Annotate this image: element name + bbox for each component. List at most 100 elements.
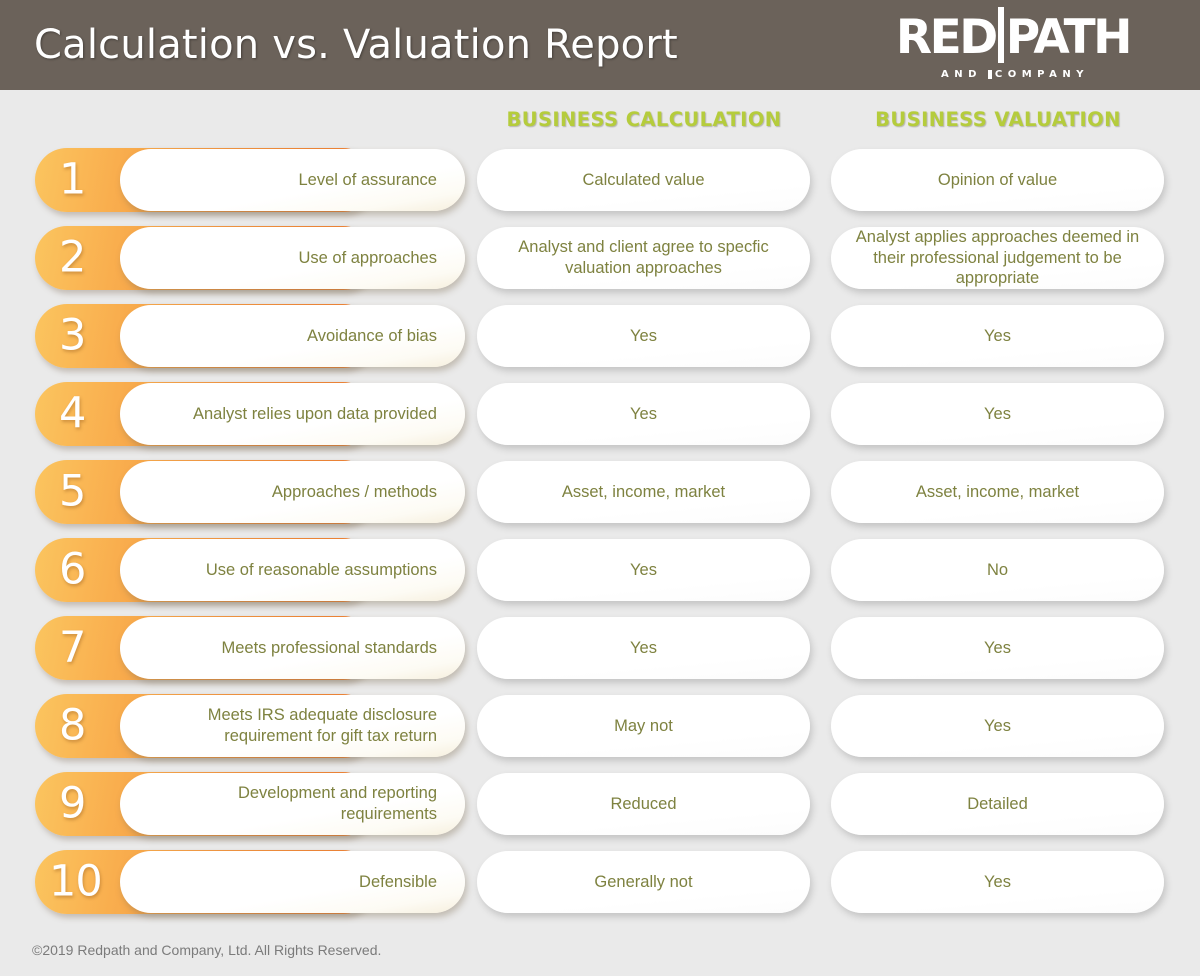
valuation-value-text: Asset, income, market	[915, 482, 1080, 501]
valuation-value-text: Opinion of value	[937, 170, 1058, 189]
criterion-group: 2 Use of approaches	[35, 226, 465, 290]
calculation-value-text: Yes	[630, 560, 657, 579]
calculation-value-text: Generally not	[594, 872, 693, 891]
valuation-value-text: No	[986, 560, 1009, 579]
criterion-group: 7 Meets professional standards	[35, 616, 465, 680]
table-row: 8 Meets IRS adequate disclosure requireme…	[0, 694, 1200, 771]
table-row: 4 Analyst relies upon data provided Yes Yes	[0, 382, 1200, 459]
table-row: 3 Avoidance of bias Yes Yes	[0, 304, 1200, 381]
row-number: 2	[59, 232, 87, 283]
criterion-group: 8 Meets IRS adequate disclosure requireme…	[35, 694, 465, 758]
calculation-value-text: Yes	[630, 404, 657, 423]
valuation-value-pill: No	[831, 539, 1164, 601]
criterion-text: Approaches / methods	[271, 482, 437, 501]
calculation-value-pill: Reduced	[477, 773, 810, 835]
calculation-value-pill: May not	[477, 695, 810, 757]
redpath-logo: RED PATH AND COMPANY	[895, 7, 1133, 80]
criterion-group: 5 Approaches / methods	[35, 460, 465, 524]
table-row: 1 Level of assurance Calculated value Opini…	[0, 148, 1200, 225]
criterion-text: Analyst relies upon data provided	[193, 404, 437, 423]
valuation-value-pill: Yes	[831, 617, 1164, 679]
calculation-value-pill: Generally not	[477, 851, 810, 913]
column-heading-business-valuation: BUSINESS VALUATION	[875, 108, 1121, 131]
table-row: 9 Development and reporting requirements R…	[0, 772, 1200, 849]
table-row: 6 Use of reasonable assumptions Yes No	[0, 538, 1200, 615]
logo-wordmark: RED PATH	[895, 7, 1133, 66]
logo-text-red: RED	[895, 10, 998, 66]
calculation-value-pill: Yes	[477, 617, 810, 679]
table-row: 2 Use of approaches Analyst and client agr…	[0, 226, 1200, 303]
criterion-text: Meets IRS adequate disclosure requiremen…	[207, 706, 437, 745]
criterion-pill: Avoidance of bias	[120, 305, 465, 367]
calculation-value-pill: Analyst and client agree to specfic valu…	[477, 227, 810, 289]
comparison-rows: 1 Level of assurance Calculated value Opini…	[0, 148, 1200, 928]
logo-tagline: AND COMPANY	[941, 69, 1089, 80]
logo-tagline-company: COMPANY	[994, 69, 1089, 80]
criterion-text: Level of assurance	[298, 170, 437, 189]
criterion-pill: Defensible	[120, 851, 465, 913]
calculation-value-text: Reduced	[610, 794, 677, 813]
calculation-value-text: May not	[614, 716, 673, 735]
criterion-text: Use of approaches	[298, 248, 437, 267]
valuation-value-pill: Detailed	[831, 773, 1164, 835]
criterion-group: 10 Defensible	[35, 850, 465, 914]
column-headings: BUSINESS CALCULATION BUSINESS VALUATION	[0, 108, 1200, 138]
calculation-value-text: Yes	[630, 638, 657, 657]
row-number: 6	[59, 544, 87, 595]
criterion-pill: Use of reasonable assumptions	[120, 539, 465, 601]
valuation-value-text: Yes	[984, 716, 1011, 735]
calculation-value-pill: Yes	[477, 539, 810, 601]
criterion-pill: Analyst relies upon data provided	[120, 383, 465, 445]
criterion-text: Development and reporting requirements	[237, 784, 437, 823]
table-row: 7 Meets professional standards Yes Yes	[0, 616, 1200, 693]
criterion-text: Defensible	[359, 872, 437, 891]
footer-copyright: ©2019 Redpath and Company, Ltd. All Righ…	[32, 942, 382, 958]
criterion-group: 6 Use of reasonable assumptions	[35, 538, 465, 602]
valuation-value-pill: Yes	[831, 695, 1164, 757]
valuation-value-pill: Yes	[831, 305, 1164, 367]
row-number: 7	[59, 622, 87, 673]
column-heading-business-calculation: BUSINESS CALCULATION	[506, 108, 782, 131]
criterion-pill: Meets IRS adequate disclosure requiremen…	[120, 695, 465, 757]
calculation-value-pill: Yes	[477, 305, 810, 367]
header-bar: Calculation vs. Valuation Report RED PAT…	[0, 0, 1200, 90]
criterion-pill: Meets professional standards	[120, 617, 465, 679]
criterion-text: Avoidance of bias	[307, 326, 437, 345]
calculation-value-pill: Yes	[477, 383, 810, 445]
calculation-value-pill: Asset, income, market	[477, 461, 810, 523]
valuation-value-text: Yes	[984, 872, 1011, 891]
valuation-value-text: Yes	[984, 638, 1011, 657]
table-row: 10 Defensible Generally not Yes	[0, 850, 1200, 927]
logo-divider-bar-icon	[997, 7, 1004, 63]
logo-tagline-and: AND	[940, 69, 982, 80]
criterion-pill: Approaches / methods	[120, 461, 465, 523]
calculation-value-pill: Calculated value	[477, 149, 810, 211]
criterion-group: 4 Analyst relies upon data provided	[35, 382, 465, 446]
valuation-value-pill: Analyst applies approaches deemed in the…	[831, 227, 1164, 289]
logo-tagline-separator-icon	[987, 70, 992, 79]
page-title: Calculation vs. Valuation Report	[34, 22, 678, 68]
criterion-group: 3 Avoidance of bias	[35, 304, 465, 368]
calculation-value-text: Calculated value	[582, 170, 705, 189]
logo-text-path: PATH	[1005, 10, 1133, 66]
criterion-group: 9 Development and reporting requirements	[35, 772, 465, 836]
row-number: 3	[59, 310, 87, 361]
valuation-value-text: Yes	[984, 404, 1011, 423]
table-row: 5 Approaches / methods Asset, income, mark…	[0, 460, 1200, 537]
row-number: 10	[49, 856, 103, 907]
valuation-value-pill: Opinion of value	[831, 149, 1164, 211]
criterion-pill: Development and reporting requirements	[120, 773, 465, 835]
row-number: 9	[59, 778, 87, 829]
valuation-value-text: Yes	[984, 326, 1011, 345]
valuation-value-pill: Yes	[831, 383, 1164, 445]
row-number: 8	[59, 700, 87, 751]
row-number: 4	[59, 388, 87, 439]
criterion-pill: Level of assurance	[120, 149, 465, 211]
valuation-value-pill: Yes	[831, 851, 1164, 913]
row-number: 5	[59, 466, 87, 517]
criterion-text: Use of reasonable assumptions	[205, 560, 437, 579]
calculation-value-text: Asset, income, market	[561, 482, 726, 501]
calculation-value-text: Analyst and client agree to specfic valu…	[518, 238, 769, 277]
valuation-value-text: Analyst applies approaches deemed in the…	[855, 228, 1140, 288]
calculation-value-text: Yes	[630, 326, 657, 345]
